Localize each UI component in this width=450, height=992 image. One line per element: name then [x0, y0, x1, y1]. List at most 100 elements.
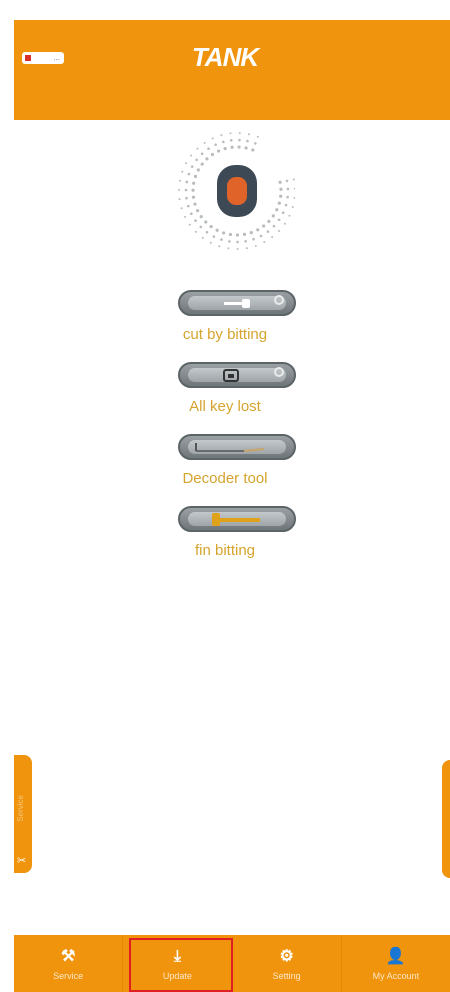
ring-dot [209, 241, 212, 244]
ring-dot [291, 206, 294, 209]
ring-dot [178, 188, 181, 191]
ring-dot [187, 172, 191, 176]
ring-dot [271, 236, 274, 239]
ring-dot [284, 203, 288, 207]
ring-dot [286, 195, 289, 199]
golden-key-icon [208, 513, 268, 526]
ring-dot [293, 196, 295, 199]
left-side-tab[interactable]: Service ✂ [14, 755, 32, 873]
ring-dot [292, 178, 295, 181]
nav-my-account-label: My Account [372, 970, 420, 981]
ring-dot [256, 135, 259, 138]
ring-dot [191, 188, 195, 192]
nav-my-account[interactable]: 👤 My Account [342, 935, 450, 992]
ring-dot [181, 170, 184, 173]
nav-setting[interactable]: ⚙ Setting [233, 935, 342, 992]
ring-dot [212, 235, 216, 238]
ring-dot [194, 230, 197, 233]
ring-dot [272, 224, 276, 228]
ring-dot [275, 208, 279, 212]
fin-bitting-button[interactable] [178, 506, 296, 532]
ring-dot [263, 241, 266, 244]
battery-level [25, 55, 31, 61]
ring-dot [238, 132, 241, 135]
right-side-tab[interactable] [442, 760, 450, 878]
nav-update[interactable]: ⤓ Update [123, 935, 233, 992]
search-icon [274, 367, 284, 377]
ring-dot [283, 222, 286, 225]
ring-dot [203, 141, 206, 144]
ring-dot [188, 223, 191, 226]
ring-dot [193, 202, 197, 206]
decoder-tool-label[interactable]: Decoder tool [0, 470, 450, 487]
ring-dot [238, 138, 241, 142]
ring-dot [278, 180, 282, 184]
ring-dot [251, 148, 255, 152]
download-icon: ⤓ [173, 947, 181, 965]
ring-dot [190, 154, 193, 157]
ring-dot [199, 225, 203, 229]
nav-service-label: Service [53, 970, 84, 981]
ring-dot [227, 247, 230, 250]
all-key-lost-button[interactable] [178, 362, 296, 388]
ring-dot [222, 231, 226, 235]
ring-dot [244, 239, 247, 243]
nav-update-label: Update [162, 970, 192, 981]
ring-dot [230, 145, 234, 149]
service-icon: ⚒ [60, 947, 76, 965]
gear-icon: ⚙ [279, 947, 294, 965]
ring-dot [242, 232, 247, 236]
cut-by-bitting-button[interactable] [178, 290, 296, 316]
ring-dot [178, 179, 181, 182]
ring-dot [196, 147, 199, 150]
decoder-icon [194, 441, 274, 454]
ring-dot [281, 211, 285, 215]
cut-by-bitting-label[interactable]: cut by bitting [0, 326, 450, 343]
ring-dot [193, 174, 198, 178]
ring-dot [180, 207, 183, 210]
all-key-lost-label[interactable]: All key lost [0, 398, 450, 415]
ring-dot [207, 147, 210, 150]
ring-dot [277, 201, 281, 205]
ring-dot [244, 146, 248, 150]
battery-indicator: ... [22, 52, 64, 64]
ring-dot [196, 168, 200, 172]
ring-dot [209, 224, 213, 229]
ring-dot [262, 224, 266, 228]
battery-text: ... [53, 53, 60, 62]
decoder-tool-button[interactable] [178, 434, 296, 460]
ring-dot [199, 215, 203, 219]
ring-dot [191, 195, 196, 199]
nav-setting-label: Setting [272, 970, 301, 981]
ring-dot [254, 142, 257, 145]
ring-dot [220, 134, 223, 137]
ring-dot [184, 215, 187, 218]
app-logo: TANK [191, 42, 259, 72]
ring-dot [190, 165, 194, 168]
ring-dot [249, 231, 253, 235]
fin-bitting-label[interactable]: fin bitting [0, 542, 450, 559]
user-avatar-icon[interactable] [217, 165, 257, 217]
profile-section [175, 125, 295, 255]
ring-dot [277, 218, 281, 222]
ring-dot [216, 149, 221, 153]
ring-dot [279, 194, 283, 198]
lock-icon [220, 369, 260, 382]
ring-dot [237, 145, 241, 149]
ring-dot [215, 228, 219, 232]
status-bar-strip [0, 0, 450, 20]
ring-dot [279, 187, 283, 191]
account-icon: 👤 [385, 947, 406, 965]
ring-dot [195, 158, 198, 162]
ring-dot [285, 179, 289, 183]
ring-dot [185, 162, 188, 165]
ring-dot [228, 240, 231, 243]
ring-dot [228, 232, 233, 237]
ring-dot [210, 152, 215, 157]
key-icon [220, 297, 260, 310]
ring-dot [196, 208, 200, 213]
ring-dot [223, 147, 227, 151]
ring-dot [192, 181, 196, 185]
ring-dot [185, 180, 189, 184]
nav-service[interactable]: ⚒ Service [14, 935, 124, 992]
